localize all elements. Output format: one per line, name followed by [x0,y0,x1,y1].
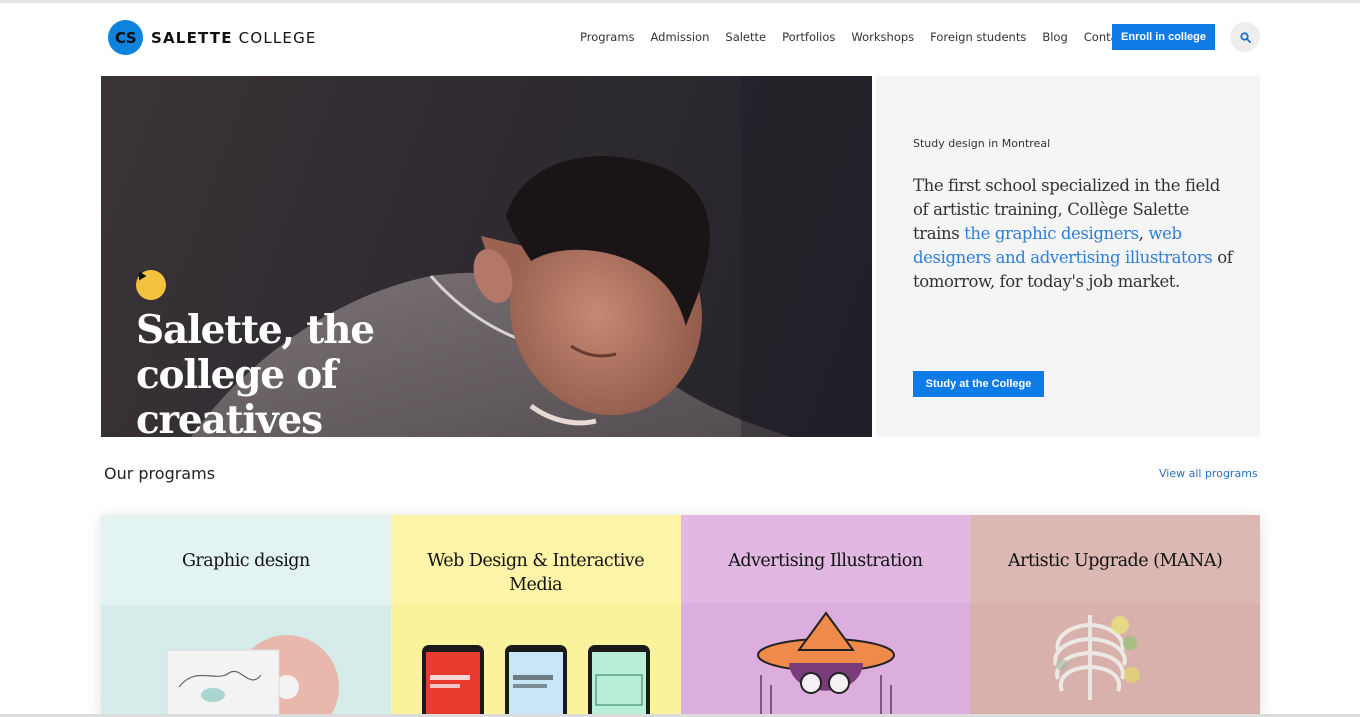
programs-heading: Our programs [104,464,216,483]
nav-programs[interactable]: Programs [580,30,635,44]
card-title: Artistic Upgrade (MANA) [1007,551,1223,571]
link-graphic-designers[interactable]: the graphic designers [964,224,1139,243]
nav-blog[interactable]: Blog [1042,30,1067,44]
nav-portfolios[interactable]: Portfolios [782,30,835,44]
enroll-button[interactable]: Enroll in college [1112,24,1215,50]
advertising-illustration-art [680,603,971,717]
nav-salette[interactable]: Salette [725,30,766,44]
program-card-artistic-upgrade[interactable]: Artistic Upgrade (MANA) [970,515,1260,717]
artistic-upgrade-illustration [970,603,1260,717]
search-button[interactable] [1230,22,1260,52]
card-title: Web Design & Interactive Media [427,551,645,595]
hero-kicker: Study design in Montreal [913,137,1051,150]
program-card-graphic-design[interactable]: Graphic design [101,515,391,717]
hero-desc-text-2: , [1138,224,1149,243]
card-title: Advertising Illustration [728,551,923,571]
site-logo[interactable]: CS SALETTE COLLEGE [108,20,317,55]
hero-description: The first school specialized in the fiel… [913,174,1233,294]
program-cards: Graphic design Web Design & Interactive … [101,515,1260,717]
nav-foreign-students[interactable]: Foreign students [930,30,1026,44]
hero-panel: Study design in Montreal The first schoo… [876,76,1260,437]
graphic-design-illustration [101,605,391,717]
nav-workshops[interactable]: Workshops [851,30,914,44]
search-icon [1239,31,1251,43]
hero-title: Salette, the college of creatives [136,307,375,438]
logo-name-bold: SALETTE [151,28,233,47]
nav-admission[interactable]: Admission [651,30,710,44]
study-at-college-button[interactable]: Study at the College [913,371,1044,397]
play-icon [139,271,147,281]
play-button[interactable] [136,270,166,300]
logo-name-rest: COLLEGE [232,28,317,47]
top-border [0,0,1360,3]
main-nav: Programs Admission Salette Portfolios Wo… [572,30,1137,44]
card-title: Graphic design [181,551,310,571]
program-card-advertising-illustration[interactable]: Advertising Illustration [680,515,971,717]
logo-wordmark: SALETTE COLLEGE [151,29,317,47]
web-design-illustration [390,605,681,717]
hero-video[interactable]: Salette, the college of creatives [101,76,872,437]
logo-badge: CS [108,20,143,55]
view-all-programs-link[interactable]: View all programs [1159,467,1258,480]
program-card-web-design[interactable]: Web Design & Interactive Media [390,515,681,717]
